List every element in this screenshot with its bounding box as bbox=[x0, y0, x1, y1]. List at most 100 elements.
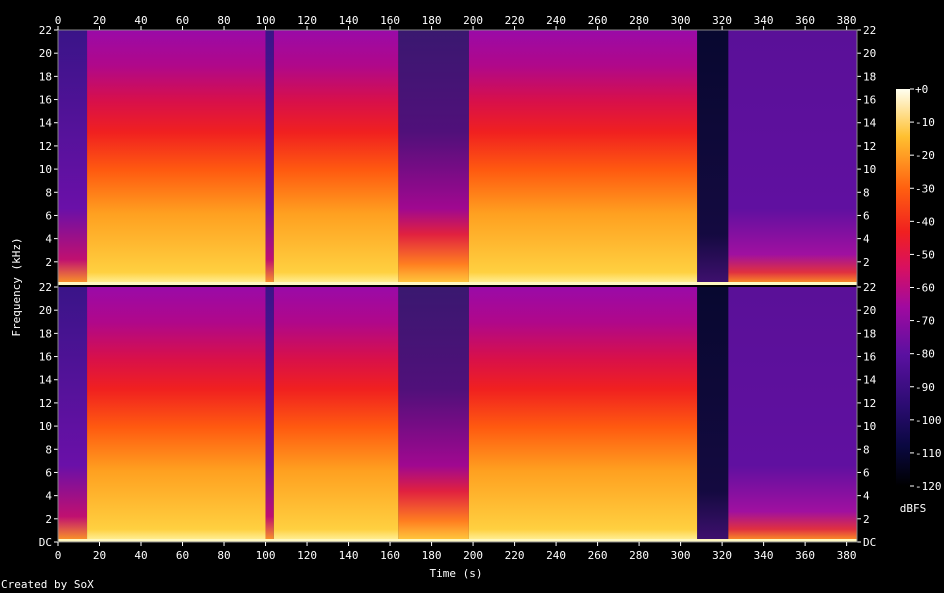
x-tick-label: 280 bbox=[629, 549, 649, 562]
colorbar-tick-label: +0 bbox=[915, 83, 928, 96]
credit-text: Created by SoX bbox=[1, 578, 94, 591]
y-tick-label-right: 2 bbox=[863, 513, 870, 526]
y-tick-label: 22 bbox=[39, 281, 52, 294]
y-tick-label: 14 bbox=[39, 117, 53, 130]
y-tick-label-right: 20 bbox=[863, 304, 876, 317]
y-tick-label: 18 bbox=[39, 327, 52, 340]
y-tick-label: 20 bbox=[39, 47, 52, 60]
x-tick-label: 20 bbox=[93, 549, 106, 562]
x-tick-label-top: 300 bbox=[671, 14, 691, 27]
y-tick-label: 22 bbox=[39, 24, 52, 37]
y-tick-label-right: 22 bbox=[863, 24, 876, 37]
x-tick-label-top: 40 bbox=[134, 14, 147, 27]
x-tick-label: 240 bbox=[546, 549, 566, 562]
y-tick-label: 10 bbox=[39, 163, 52, 176]
colorbar-tick-label: -110 bbox=[915, 447, 942, 460]
y-tick-label: 8 bbox=[45, 443, 52, 456]
segment-quiet bbox=[265, 30, 274, 285]
x-tick-label: 120 bbox=[297, 549, 317, 562]
y-tick-label: 10 bbox=[39, 420, 52, 433]
x-tick-label: 140 bbox=[339, 549, 359, 562]
segment-loud bbox=[273, 287, 399, 542]
y-tick-label-right: 4 bbox=[863, 233, 870, 246]
y-tick-label: 4 bbox=[45, 490, 52, 503]
y-tick-label-right: 6 bbox=[863, 209, 870, 222]
x-tick-label-top: 160 bbox=[380, 14, 400, 27]
y-tick-label-right: 14 bbox=[863, 117, 877, 130]
x-tick-label-top: 80 bbox=[217, 14, 230, 27]
x-tick-label-top: 280 bbox=[629, 14, 649, 27]
x-tick-label-top: 340 bbox=[754, 14, 774, 27]
x-tick-label-top: 360 bbox=[795, 14, 815, 27]
colorbar-tick-label: -80 bbox=[915, 348, 935, 361]
y-tick-label: 16 bbox=[39, 351, 52, 364]
x-axis-label: Time (s) bbox=[430, 567, 483, 580]
segment-fade bbox=[728, 287, 857, 542]
x-tick-label-top: 120 bbox=[297, 14, 317, 27]
x-tick-label-top: 20 bbox=[93, 14, 106, 27]
y-tick-label-right: 10 bbox=[863, 163, 876, 176]
x-tick-label-top: 140 bbox=[339, 14, 359, 27]
y-tick-label: 2 bbox=[45, 513, 52, 526]
colorbar-label: dBFS bbox=[900, 502, 927, 515]
x-tick-label-top: 320 bbox=[712, 14, 732, 27]
y-tick-label-right: 4 bbox=[863, 490, 870, 503]
x-tick-label: 0 bbox=[55, 549, 62, 562]
colorbar-tick-label: -60 bbox=[915, 282, 935, 295]
y-tick-label: 8 bbox=[45, 186, 52, 199]
x-tick-label: 360 bbox=[795, 549, 815, 562]
dc-band bbox=[58, 282, 857, 285]
x-tick-label: 220 bbox=[505, 549, 525, 562]
y-tick-label-right: 16 bbox=[863, 351, 876, 364]
x-tick-label: 200 bbox=[463, 549, 483, 562]
x-tick-label: 160 bbox=[380, 549, 400, 562]
spectrogram-chart: 2 24 46 68 810 1012 1214 1416 1618 1820 2022 22DC DC… bbox=[10, 14, 942, 580]
colorbar bbox=[896, 89, 910, 486]
colorbar-tick-label: -120 bbox=[915, 480, 942, 493]
x-tick-label: 100 bbox=[256, 549, 276, 562]
y-tick-label-right: DC bbox=[863, 536, 876, 549]
x-tick-label-top: 180 bbox=[422, 14, 442, 27]
x-tick-label: 260 bbox=[588, 549, 608, 562]
y-tick-label-right: 6 bbox=[863, 466, 870, 479]
x-tick-label-top: 380 bbox=[837, 14, 857, 27]
segment-silent bbox=[697, 287, 729, 542]
y-tick-label-right: 20 bbox=[863, 47, 876, 60]
y-tick-label: 16 bbox=[39, 94, 52, 107]
segment-loud bbox=[87, 287, 266, 542]
y-axis-label: Frequency (kHz) bbox=[10, 237, 23, 336]
y-tick-label: 20 bbox=[39, 304, 52, 317]
y-tick-label-right: 22 bbox=[863, 281, 876, 294]
y-tick-label-right: 10 bbox=[863, 420, 876, 433]
x-tick-label-top: 100 bbox=[256, 14, 276, 27]
x-tick-label: 180 bbox=[422, 549, 442, 562]
x-tick-label-top: 60 bbox=[176, 14, 189, 27]
y-tick-label: 2 bbox=[45, 256, 52, 269]
colorbar-tick-label: -90 bbox=[915, 381, 935, 394]
colorbar-tick-label: -20 bbox=[915, 149, 935, 162]
colorbar-tick-label: -30 bbox=[915, 182, 935, 195]
y-tick-label: 18 bbox=[39, 70, 52, 83]
y-tick-label-right: 8 bbox=[863, 186, 870, 199]
segment-quiet bbox=[58, 287, 88, 542]
colorbar-tick-label: -50 bbox=[915, 248, 935, 261]
y-tick-label-right: 18 bbox=[863, 327, 876, 340]
y-tick-label-right: 18 bbox=[863, 70, 876, 83]
y-tick-label-right: 2 bbox=[863, 256, 870, 269]
x-tick-label-top: 240 bbox=[546, 14, 566, 27]
x-tick-label-top: 200 bbox=[463, 14, 483, 27]
x-tick-label: 60 bbox=[176, 549, 189, 562]
y-tick-label: 14 bbox=[39, 374, 53, 387]
y-tick-label-right: 16 bbox=[863, 94, 876, 107]
x-tick-label: 380 bbox=[837, 549, 857, 562]
y-tick-label-right: 12 bbox=[863, 140, 876, 153]
x-tick-label: 80 bbox=[217, 549, 230, 562]
colorbar-tick-label: -40 bbox=[915, 215, 935, 228]
segment-quiet bbox=[58, 30, 88, 285]
y-tick-label-right: 14 bbox=[863, 374, 877, 387]
y-tick-label: DC bbox=[39, 536, 52, 549]
x-tick-label: 320 bbox=[712, 549, 732, 562]
segment-quiet bbox=[265, 287, 274, 542]
colorbar-tick-label: -10 bbox=[915, 116, 935, 129]
y-tick-label-right: 12 bbox=[863, 397, 876, 410]
